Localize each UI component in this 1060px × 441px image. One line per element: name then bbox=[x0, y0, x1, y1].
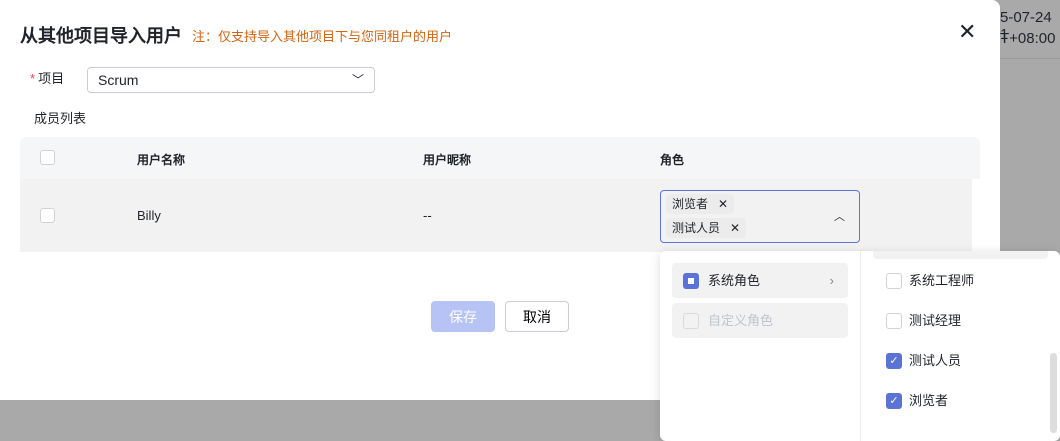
select-all-checkbox[interactable] bbox=[40, 150, 55, 165]
project-label-text: 项目 bbox=[38, 71, 65, 86]
role-tag-label: 测试人员 bbox=[672, 221, 721, 235]
role-tag-label: 浏览者 bbox=[672, 197, 709, 211]
chevron-down-icon: ﹀ bbox=[351, 73, 364, 87]
category-label: 系统角色 bbox=[708, 273, 761, 288]
project-label: * 项目 bbox=[30, 68, 64, 87]
role-option[interactable]: 测试经理 bbox=[886, 313, 961, 329]
chevron-up-icon: ︿ bbox=[834, 211, 845, 223]
background-divider bbox=[1000, 58, 1060, 59]
header-role: 角色 bbox=[660, 153, 685, 167]
option-label: 系统工程师 bbox=[909, 273, 975, 288]
option-label: 测试经理 bbox=[909, 313, 962, 328]
dropdown-divider bbox=[860, 251, 861, 441]
nickname-cell: -- bbox=[423, 208, 432, 223]
close-icon[interactable]: ✕ bbox=[958, 21, 976, 43]
category-custom-roles: 自定义角色 bbox=[672, 303, 848, 338]
remove-tag-icon[interactable]: ✕ bbox=[718, 197, 728, 211]
disabled-checkbox-icon bbox=[683, 313, 699, 329]
partial-checkbox-icon[interactable] bbox=[683, 273, 699, 289]
role-tag: 浏览者 ✕ bbox=[666, 194, 735, 214]
checkbox-icon[interactable] bbox=[886, 313, 902, 329]
dialog-title: 从其他项目导入用户 bbox=[20, 26, 182, 46]
role-tag: 测试人员 ✕ bbox=[666, 218, 747, 238]
checked-checkbox-icon[interactable]: ✓ bbox=[886, 353, 902, 369]
role-option[interactable]: ✓ 浏览者 bbox=[886, 393, 948, 409]
role-option[interactable]: 系统工程师 bbox=[886, 273, 974, 289]
background-timezone: T+08:00 bbox=[1000, 30, 1056, 47]
checkbox-icon[interactable] bbox=[886, 273, 902, 289]
header-username: 用户名称 bbox=[137, 153, 186, 167]
scrollbar[interactable] bbox=[1050, 353, 1057, 433]
chevron-right-icon: › bbox=[829, 273, 834, 288]
role-multiselect[interactable]: 浏览者 ✕ 测试人员 ✕ ︿ bbox=[660, 190, 860, 243]
option-label: 浏览者 bbox=[909, 393, 949, 408]
table-row: Billy -- 浏览者 ✕ 测试人员 ✕ ︿ bbox=[20, 179, 972, 252]
category-system-roles[interactable]: 系统角色 › bbox=[672, 263, 848, 298]
dropdown-top-edge bbox=[873, 251, 1048, 259]
project-select[interactable]: Scrum ﹀ bbox=[87, 67, 375, 93]
category-label: 自定义角色 bbox=[708, 313, 774, 328]
role-dropdown: 系统角色 › 自定义角色 系统工程师 测试经理 ✓ 测试人员 ✓ 浏览者 bbox=[660, 251, 1060, 441]
checked-checkbox-icon[interactable]: ✓ bbox=[886, 393, 902, 409]
cancel-button[interactable]: 取消 bbox=[505, 301, 569, 332]
role-option[interactable]: ✓ 测试人员 bbox=[886, 353, 961, 369]
members-list-label: 成员列表 bbox=[34, 111, 87, 126]
row-checkbox[interactable] bbox=[40, 208, 55, 223]
required-marker: * bbox=[30, 71, 36, 86]
dialog-note: 注：仅支持导入其他项目下与您同租户的用户 bbox=[192, 29, 453, 44]
save-button[interactable]: 保存 bbox=[431, 301, 495, 332]
username-cell: Billy bbox=[137, 208, 161, 223]
table-header: 用户名称 用户昵称 角色 bbox=[20, 137, 980, 179]
option-label: 测试人员 bbox=[909, 353, 962, 368]
header-nickname: 用户昵称 bbox=[423, 153, 472, 167]
remove-tag-icon[interactable]: ✕ bbox=[730, 221, 740, 235]
project-select-value: Scrum bbox=[98, 72, 139, 88]
